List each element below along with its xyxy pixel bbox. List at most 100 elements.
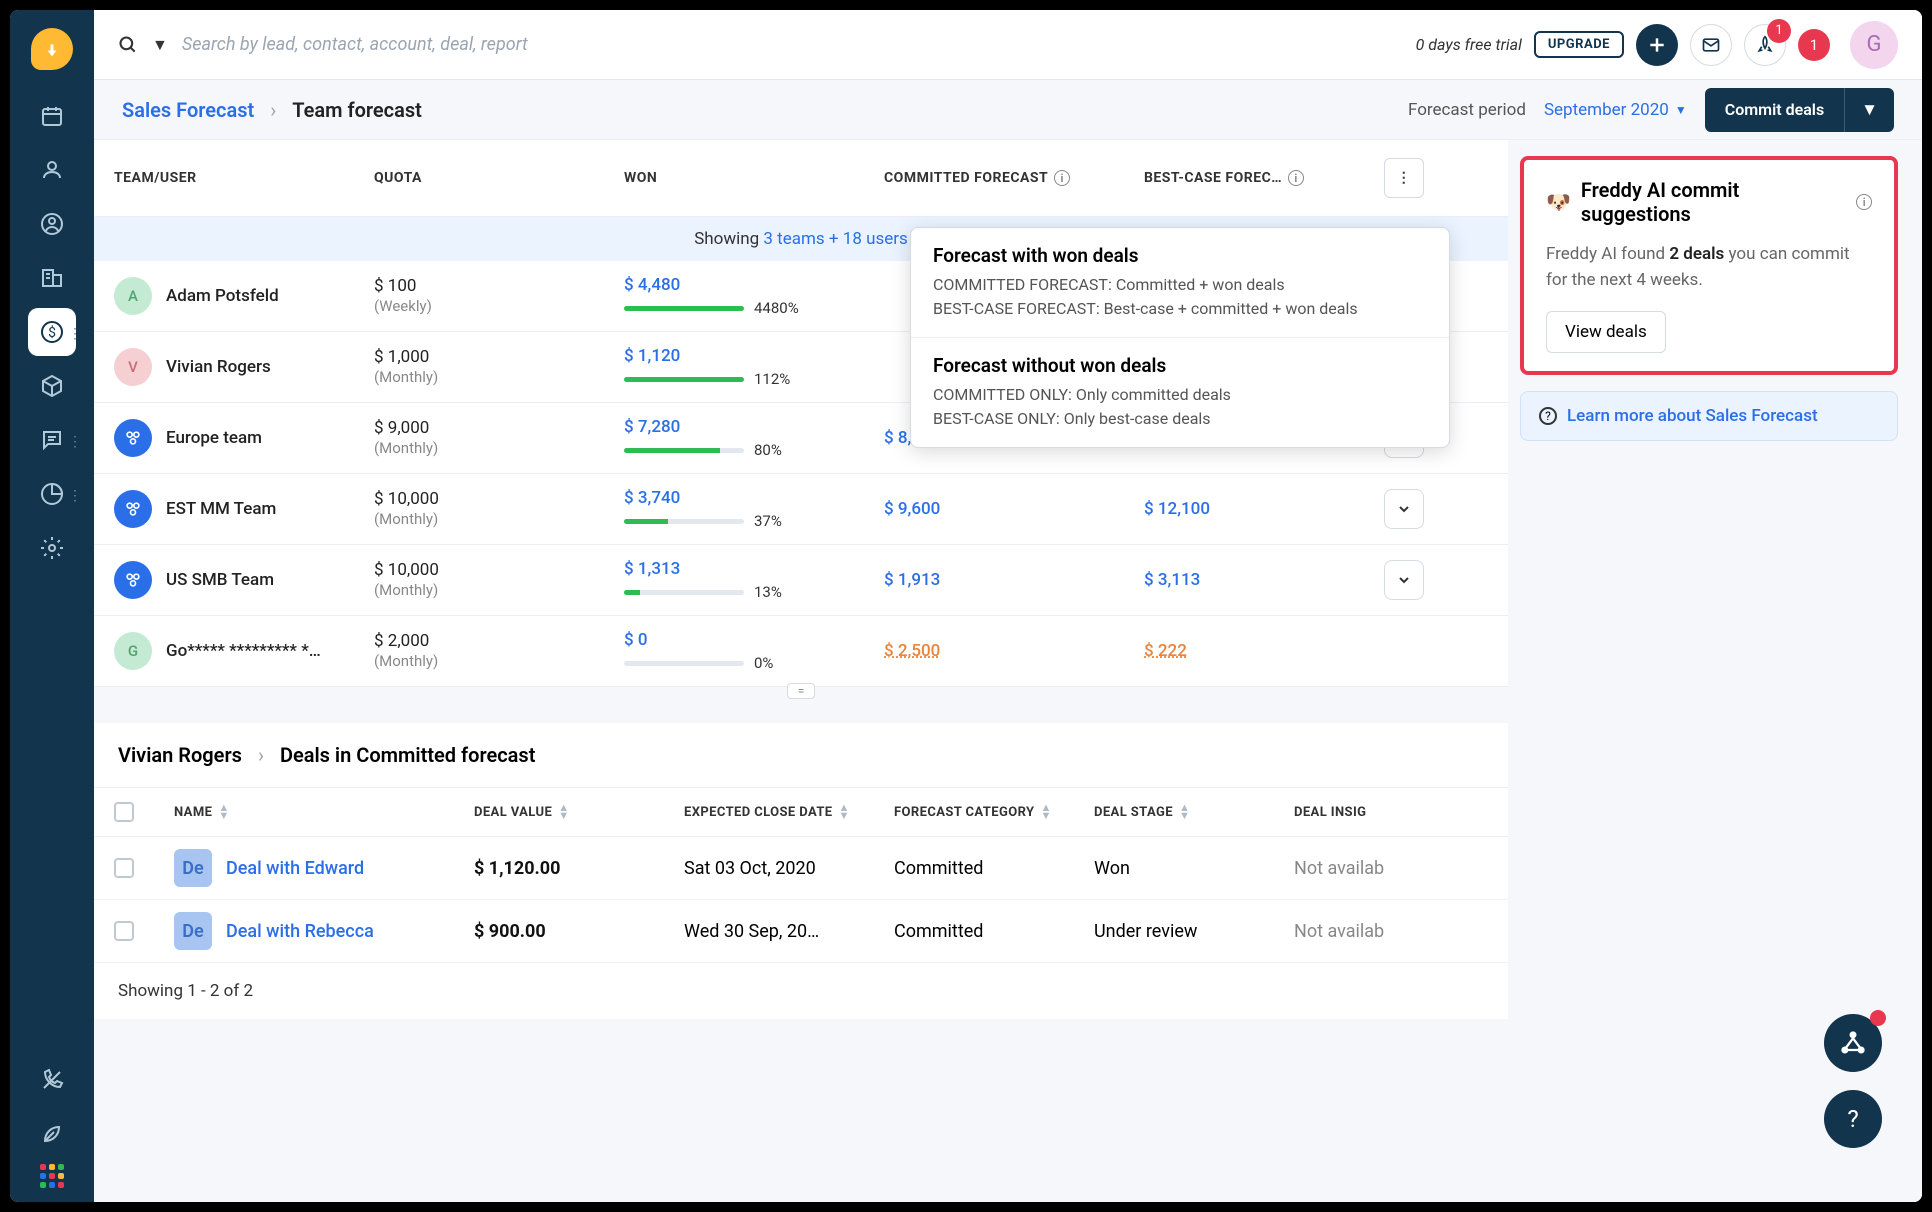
deal-value: $ 1,120.00 bbox=[474, 858, 684, 879]
user-avatar[interactable]: G bbox=[1850, 21, 1898, 69]
quota-cell: $ 10,000(Monthly) bbox=[374, 489, 624, 529]
deal-category: Committed bbox=[894, 921, 1094, 942]
user-avatar-icon: V bbox=[114, 348, 152, 386]
add-button[interactable] bbox=[1636, 24, 1678, 66]
row-checkbox[interactable] bbox=[114, 921, 134, 941]
deal-row[interactable]: DeDeal with Rebecca$ 900.00Wed 30 Sep, 2… bbox=[94, 900, 1508, 963]
chevron-down-icon[interactable]: ▼ bbox=[152, 35, 168, 55]
nav-settings[interactable] bbox=[28, 524, 76, 572]
nav-leaf[interactable] bbox=[28, 1110, 76, 1158]
bell-button[interactable]: 1 bbox=[1744, 24, 1786, 66]
committed-cell[interactable]: $ 9,600 bbox=[884, 499, 1144, 519]
plus-icon bbox=[1647, 35, 1667, 55]
nav-chat[interactable]: ⋮ bbox=[28, 416, 76, 464]
expand-row[interactable] bbox=[1384, 489, 1424, 529]
mail-button[interactable] bbox=[1690, 24, 1732, 66]
committed-cell[interactable]: $ 2,500 bbox=[884, 641, 1144, 661]
user-avatar-icon bbox=[114, 490, 152, 528]
forecast-header: TEAM/USER QUOTA WON COMMITTED FORECASTi … bbox=[94, 140, 1508, 217]
svg-text:$: $ bbox=[48, 324, 56, 341]
info-icon[interactable]: i bbox=[1288, 170, 1304, 186]
user-avatar-icon bbox=[114, 419, 152, 457]
deal-stage: Won bbox=[1094, 858, 1294, 879]
columns-menu[interactable]: ⋮ bbox=[1384, 158, 1424, 198]
brand-logo[interactable] bbox=[31, 28, 73, 70]
won-cell: $ 00% bbox=[624, 630, 884, 672]
sort-icon: ▲▼ bbox=[1179, 804, 1190, 820]
chevron-right-icon: › bbox=[270, 98, 276, 122]
col-quota: QUOTA bbox=[374, 170, 624, 186]
forecast-row[interactable]: GGo***** ********* *…$ 2,000(Monthly)$ 0… bbox=[94, 616, 1508, 687]
deal-insights: Not availab bbox=[1294, 858, 1454, 879]
forecast-row[interactable]: US SMB Team$ 10,000(Monthly)$ 1,31313%$ … bbox=[94, 545, 1508, 616]
pager-text: Showing 1 - 2 of 2 bbox=[94, 963, 1508, 1019]
col-insights: DEAL INSIG bbox=[1294, 805, 1454, 820]
tooltip-title: Forecast without won deals bbox=[933, 354, 1427, 377]
help-fab[interactable]: ? bbox=[1824, 1090, 1882, 1148]
tooltip-line: COMMITTED FORECAST: Committed + won deal… bbox=[933, 273, 1427, 297]
nav-submenu-icon: ⋮ bbox=[68, 326, 82, 342]
col-category[interactable]: FORECAST CATEGORY▲▼ bbox=[894, 804, 1094, 820]
freddy-ai-card: 🐶 Freddy AI commit suggestions i Freddy … bbox=[1520, 156, 1898, 375]
trial-text: 0 days free trial bbox=[1416, 35, 1522, 54]
nav-accounts[interactable] bbox=[28, 254, 76, 302]
info-icon[interactable]: i bbox=[1856, 194, 1872, 210]
period-selector[interactable]: September 2020 ▼ bbox=[1544, 100, 1687, 120]
ai-title: Freddy AI commit suggestions bbox=[1581, 178, 1847, 226]
period-label: Forecast period bbox=[1408, 100, 1526, 120]
bestcase-cell[interactable]: $ 12,100 bbox=[1144, 499, 1344, 519]
col-stage[interactable]: DEAL STAGE▲▼ bbox=[1094, 804, 1294, 820]
search-icon[interactable] bbox=[118, 35, 138, 55]
app-switcher-icon[interactable] bbox=[40, 1164, 64, 1188]
upgrade-button[interactable]: UPGRADE bbox=[1534, 31, 1624, 58]
tooltip-line: BEST-CASE FORECAST: Best-case + committe… bbox=[933, 297, 1427, 321]
search-input[interactable] bbox=[182, 34, 782, 55]
resize-handle[interactable]: = bbox=[94, 687, 1508, 707]
deal-link[interactable]: Deal with Rebecca bbox=[226, 921, 374, 942]
freddy-icon: 🐶 bbox=[1546, 190, 1571, 214]
integrations-fab[interactable] bbox=[1824, 1014, 1882, 1072]
view-deals-button[interactable]: View deals bbox=[1546, 311, 1666, 353]
select-all-checkbox[interactable] bbox=[114, 802, 134, 822]
won-cell: $ 1,120112% bbox=[624, 346, 884, 388]
commit-deals-caret[interactable]: ▼ bbox=[1844, 88, 1894, 132]
nav-deals[interactable]: $ ⋮ bbox=[28, 308, 76, 356]
col-value[interactable]: DEAL VALUE▲▼ bbox=[474, 804, 684, 820]
mail-icon bbox=[1701, 35, 1721, 55]
bestcase-cell[interactable]: $ 222 bbox=[1144, 641, 1344, 661]
col-date[interactable]: EXPECTED CLOSE DATE▲▼ bbox=[684, 804, 894, 820]
deals-crumb-root[interactable]: Vivian Rogers bbox=[118, 743, 242, 767]
learn-link[interactable]: Learn more about Sales Forecast bbox=[1567, 406, 1818, 426]
bestcase-cell[interactable]: $ 3,113 bbox=[1144, 570, 1344, 590]
nav-calendar[interactable] bbox=[28, 92, 76, 140]
commit-deals-button[interactable]: Commit deals bbox=[1705, 88, 1844, 131]
quota-cell: $ 100(Weekly) bbox=[374, 276, 624, 316]
col-committed: COMMITTED FORECASTi bbox=[884, 170, 1144, 186]
breadcrumb-bar: Sales Forecast › Team forecast Forecast … bbox=[94, 80, 1922, 140]
deal-insights: Not availab bbox=[1294, 921, 1454, 942]
nav-products[interactable] bbox=[28, 362, 76, 410]
expand-row[interactable] bbox=[1384, 560, 1424, 600]
col-won: WON bbox=[624, 170, 884, 186]
nav-reports[interactable]: ⋮ bbox=[28, 470, 76, 518]
breadcrumb-root[interactable]: Sales Forecast bbox=[122, 98, 254, 122]
user-name: Vivian Rogers bbox=[166, 357, 271, 377]
ai-body: Freddy AI found 2 deals you can commit f… bbox=[1546, 242, 1872, 293]
user-name: Go***** ********* *… bbox=[166, 641, 321, 661]
deal-link[interactable]: Deal with Edward bbox=[226, 858, 364, 879]
deal-date: Sat 03 Oct, 2020 bbox=[684, 858, 894, 879]
nav-user[interactable] bbox=[28, 200, 76, 248]
row-checkbox[interactable] bbox=[114, 858, 134, 878]
nav-submenu-icon: ⋮ bbox=[68, 488, 82, 504]
learn-card[interactable]: ? Learn more about Sales Forecast bbox=[1520, 391, 1898, 441]
info-icon[interactable]: i bbox=[1054, 170, 1070, 186]
deal-row[interactable]: DeDeal with Edward$ 1,120.00Sat 03 Oct, … bbox=[94, 837, 1508, 900]
won-cell: $ 3,74037% bbox=[624, 488, 884, 530]
notif-badge[interactable]: 1 bbox=[1798, 29, 1830, 61]
showing-link[interactable]: 3 teams + 18 users bbox=[763, 229, 907, 249]
nav-phone[interactable] bbox=[28, 1056, 76, 1104]
committed-cell[interactable]: $ 1,913 bbox=[884, 570, 1144, 590]
nav-contacts[interactable] bbox=[28, 146, 76, 194]
forecast-row[interactable]: EST MM Team$ 10,000(Monthly)$ 3,74037%$ … bbox=[94, 474, 1508, 545]
col-name[interactable]: NAME▲▼ bbox=[174, 804, 474, 820]
